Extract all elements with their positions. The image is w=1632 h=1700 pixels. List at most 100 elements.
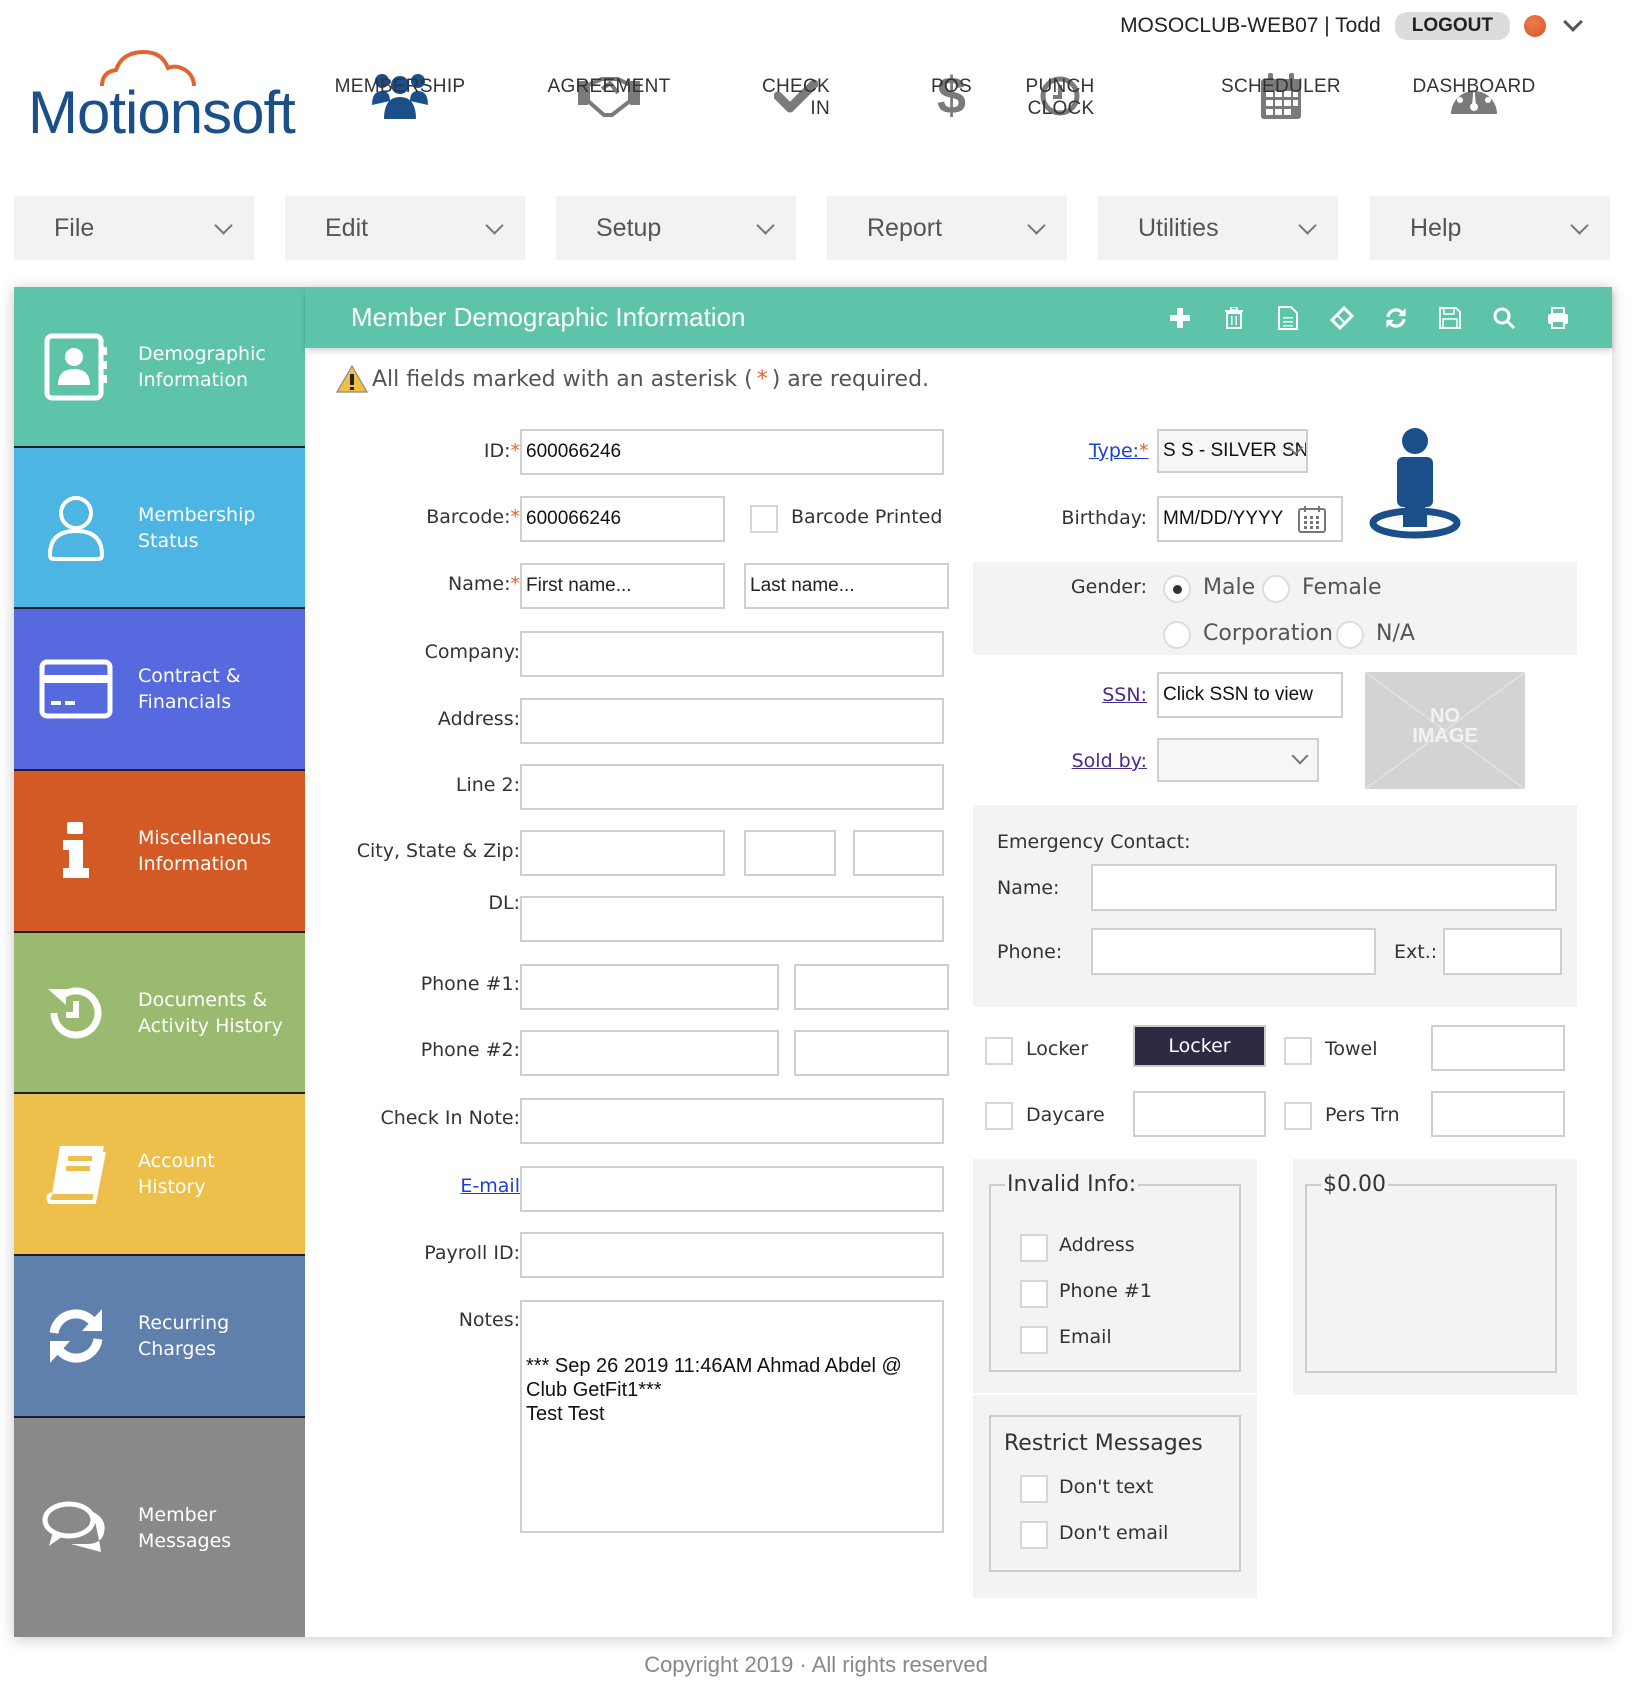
sidebar-item-recurring-charges[interactable]: Recurring Charges [14, 1256, 305, 1418]
nav-agreement[interactable]: AGREEMENT [547, 66, 670, 126]
nav-scheduler-label: SCHEDULER [1221, 76, 1341, 97]
type-link[interactable]: Type:* [1089, 440, 1149, 462]
nav-membership[interactable]: MEMBERSHIP [335, 66, 465, 126]
address-input[interactable] [520, 698, 944, 744]
trash-icon[interactable] [1220, 304, 1248, 332]
menu-help[interactable]: Help [1370, 196, 1610, 260]
gender-male-radio[interactable] [1163, 575, 1191, 603]
calendar-icon[interactable] [1298, 505, 1326, 537]
refresh-icon [14, 1307, 138, 1365]
chevron-down-icon[interactable] [1563, 12, 1583, 32]
sidebar-item-misc-info[interactable]: Miscellaneous Information [14, 771, 305, 933]
invalid-email-checkbox[interactable] [1020, 1326, 1048, 1354]
panel-title: Member Demographic Information [351, 302, 746, 332]
invalid-address-checkbox[interactable] [1020, 1234, 1048, 1262]
logout-button[interactable]: LOGOUT [1394, 12, 1510, 40]
balance-fieldset: $0.00 [1305, 1172, 1557, 1373]
search-icon[interactable] [1490, 304, 1518, 332]
gender-corporation-radio[interactable] [1163, 621, 1191, 649]
chevron-down-icon [485, 215, 504, 235]
ssn-link[interactable]: SSN: [1102, 684, 1147, 706]
no-image-text: NO [1430, 705, 1460, 727]
emergency-ext-input[interactable] [1443, 928, 1562, 975]
chevron-down-icon [1298, 215, 1317, 235]
ssn-input[interactable]: Click SSN to view [1157, 672, 1343, 718]
daycare-input[interactable] [1133, 1091, 1266, 1137]
motionsoft-logo[interactable]: Motionsoft [28, 48, 328, 148]
phone2-ext-input[interactable] [794, 1030, 949, 1076]
phone1-input[interactable] [520, 964, 779, 1010]
first-name-input[interactable]: First name... [520, 563, 725, 609]
barcode-label: Barcode:* [426, 506, 520, 528]
gender-corporation-label: Corporation [1203, 621, 1333, 646]
dont-email-checkbox[interactable] [1020, 1521, 1048, 1549]
sidebar-item-membership-status[interactable]: Membership Status [14, 448, 305, 609]
save-icon[interactable] [1436, 304, 1464, 332]
menu-edit[interactable]: Edit [285, 196, 525, 260]
info-icon [14, 822, 138, 880]
email-input[interactable] [520, 1166, 944, 1212]
gender-na-radio[interactable] [1336, 621, 1364, 649]
notes-textarea[interactable]: *** Sep 26 2019 11:46AM Ahmad Abdel @ Cl… [520, 1300, 944, 1533]
type-select[interactable]: S S - SILVER SN [1157, 429, 1308, 473]
dont-text-checkbox[interactable] [1020, 1475, 1048, 1503]
check-in-note-input[interactable] [520, 1098, 944, 1144]
nav-scheduler[interactable]: SCHEDULER [1221, 66, 1341, 126]
company-input[interactable] [520, 631, 944, 677]
emergency-name-input[interactable] [1091, 864, 1557, 911]
sidebar-item-account-history[interactable]: Account History [14, 1094, 305, 1256]
toolbar [1166, 287, 1572, 348]
barcode-printed-checkbox[interactable] [750, 505, 778, 533]
email-link[interactable]: E-mail [460, 1175, 520, 1197]
pers-trn-checkbox[interactable] [1284, 1102, 1312, 1130]
address-label: Address: [437, 708, 520, 730]
city-input[interactable] [520, 830, 725, 876]
sidebar: Demographic Information Membership Status … [14, 287, 305, 1637]
sidebar-item-demographic[interactable]: Demographic Information [14, 287, 305, 448]
sidebar-label: Member [138, 1503, 217, 1526]
barcode-input[interactable]: 600066246 [520, 496, 725, 542]
print-icon[interactable] [1544, 304, 1572, 332]
menu-edit-label: Edit [325, 213, 369, 242]
dl-input[interactable] [520, 896, 944, 942]
nav-check-in[interactable]: CHECK IN [762, 66, 830, 126]
last-name-input[interactable]: Last name... [744, 563, 949, 609]
refresh-icon[interactable] [1382, 304, 1410, 332]
state-input[interactable] [744, 830, 836, 876]
towel-input[interactable] [1431, 1025, 1565, 1071]
nav-membership-label: MEMBERSHIP [334, 76, 466, 97]
daycare-checkbox[interactable] [985, 1102, 1013, 1130]
nav-dashboard[interactable]: DASHBOARD [1412, 66, 1535, 126]
member-photo-placeholder[interactable]: NO IMAGE [1365, 672, 1525, 789]
nav-pos[interactable]: $ POS [931, 66, 972, 126]
add-icon[interactable] [1166, 304, 1194, 332]
sold-by-link[interactable]: Sold by: [1072, 750, 1147, 772]
daycare-label: Daycare [1026, 1104, 1105, 1126]
pers-trn-input[interactable] [1431, 1091, 1565, 1137]
towel-checkbox[interactable] [1284, 1037, 1312, 1065]
locker-checkbox[interactable] [985, 1037, 1013, 1065]
sidebar-item-member-messages[interactable]: Member Messages [14, 1418, 305, 1637]
id-input[interactable]: 600066246 [520, 429, 944, 475]
menu-utilities[interactable]: Utilities [1098, 196, 1338, 260]
emergency-phone-label: Phone: [997, 941, 1063, 963]
gender-na-label: N/A [1376, 621, 1415, 646]
document-icon[interactable] [1274, 304, 1302, 332]
emergency-phone-input[interactable] [1091, 928, 1376, 975]
ticket-icon[interactable] [1328, 304, 1356, 332]
menu-setup[interactable]: Setup [556, 196, 796, 260]
menu-report[interactable]: Report [827, 196, 1067, 260]
phone1-ext-input[interactable] [794, 964, 949, 1010]
payroll-id-input[interactable] [520, 1232, 944, 1278]
address-line2-input[interactable] [520, 764, 944, 810]
invalid-phone1-checkbox[interactable] [1020, 1280, 1048, 1308]
zip-input[interactable] [853, 830, 944, 876]
sidebar-item-documents-history[interactable]: Documents & Activity History [14, 933, 305, 1094]
phone2-input[interactable] [520, 1030, 779, 1076]
locker-button[interactable]: Locker [1133, 1025, 1266, 1067]
city-state-zip-label: City, State & Zip: [356, 840, 520, 862]
menu-file[interactable]: File [14, 196, 254, 260]
nav-punch-clock[interactable]: PUNCH CLOCK [1025, 66, 1094, 126]
sidebar-item-contract-financials[interactable]: Contract & Financials [14, 609, 305, 771]
gender-female-radio[interactable] [1262, 575, 1290, 603]
